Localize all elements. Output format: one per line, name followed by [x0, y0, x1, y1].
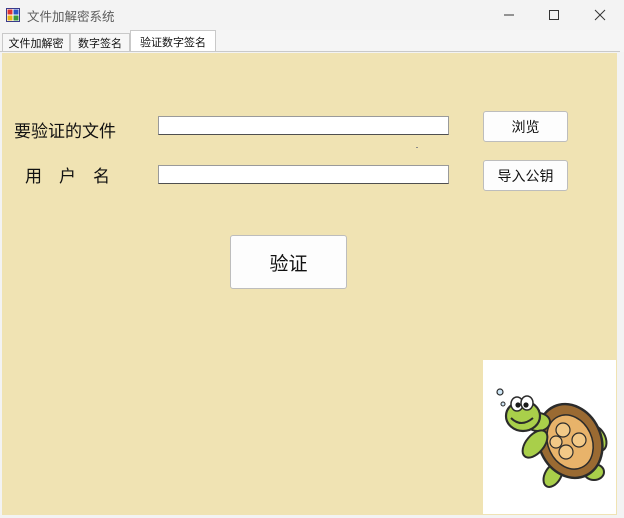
tab-strip: 文件加解密 数字签名 验证数字签名 — [0, 30, 624, 52]
verify-button[interactable]: 验证 — [230, 235, 347, 289]
turtle-image — [483, 360, 616, 514]
username-input[interactable] — [158, 165, 449, 184]
tab-verify-signature[interactable]: 验证数字签名 — [130, 30, 216, 52]
title-bar: 文件加解密系统 — [0, 0, 624, 30]
tab-file-encrypt[interactable]: 文件加解密 — [2, 33, 70, 51]
minimize-icon — [504, 14, 514, 16]
app-icon — [6, 7, 20, 22]
close-button[interactable] — [577, 0, 623, 30]
file-path-input[interactable] — [158, 116, 449, 135]
maximize-button[interactable] — [531, 0, 577, 30]
minimize-button[interactable] — [486, 0, 532, 30]
tab-divider — [0, 51, 620, 52]
tab-digital-signature[interactable]: 数字签名 — [70, 33, 130, 51]
stray-dot — [416, 147, 418, 148]
maximize-icon — [549, 10, 559, 20]
browse-button[interactable]: 浏览 — [483, 111, 568, 142]
username-label: 用 户 名 — [25, 167, 110, 187]
import-public-key-button[interactable]: 导入公钥 — [483, 160, 568, 191]
window-title: 文件加解密系统 — [27, 9, 115, 24]
close-icon — [594, 9, 606, 21]
file-label: 要验证的文件 — [14, 122, 116, 142]
